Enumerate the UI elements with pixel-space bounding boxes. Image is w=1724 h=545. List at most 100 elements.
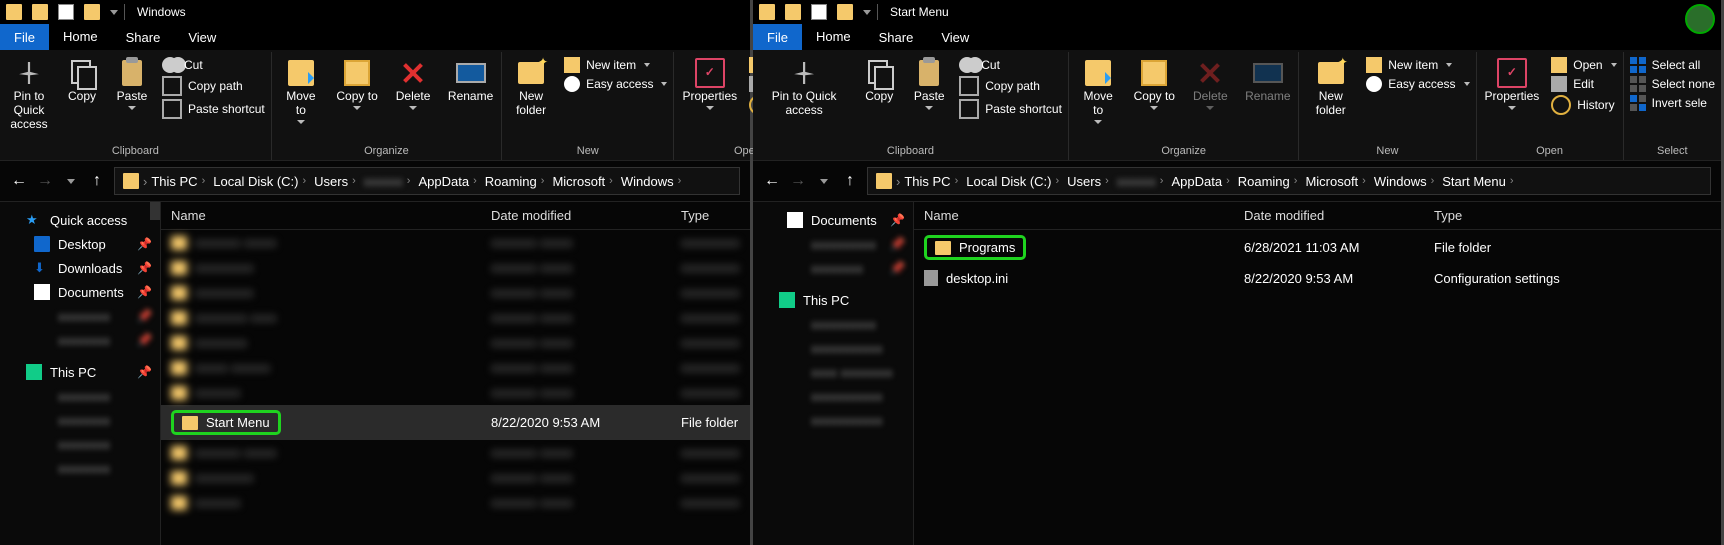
pin-to-quick-access-button[interactable]: Pin to Quick access: [4, 54, 54, 131]
nav-back[interactable]: ←: [10, 172, 28, 190]
crumb-roaming[interactable]: Roaming›: [1234, 174, 1302, 189]
pin-to-quick-access-button[interactable]: Pin to Quick access: [757, 54, 851, 118]
crumb-users[interactable]: Users›: [310, 174, 360, 189]
rename-button[interactable]: Rename: [444, 54, 497, 104]
tab-file[interactable]: File: [753, 24, 802, 50]
crumb-localdisk[interactable]: Local Disk (C:)›: [209, 174, 310, 189]
col-date[interactable]: Date modified: [481, 206, 671, 225]
rename-button[interactable]: Rename: [1241, 54, 1294, 104]
tab-home[interactable]: Home: [802, 24, 865, 50]
crumb-microsoft[interactable]: Microsoft›: [1301, 174, 1369, 189]
qat-btn-3[interactable]: [84, 4, 100, 20]
sidebar-blur-2[interactable]: xxxxxxxx📌: [0, 328, 160, 352]
sidebar-blur-5[interactable]: xxxx xxxxxxxx: [753, 360, 913, 384]
list-item-programs[interactable]: Programs 6/28/2021 11:03 AM File folder: [914, 230, 1721, 265]
copy-path-button[interactable]: Copy path: [162, 76, 265, 96]
crumb-users[interactable]: Users›: [1063, 174, 1113, 189]
crumb-localdisk[interactable]: Local Disk (C:)›: [962, 174, 1063, 189]
select-none-button[interactable]: Select none: [1630, 76, 1715, 92]
sidebar-blur-6[interactable]: xxxxxxxx: [0, 456, 160, 480]
sidebar-blur-2[interactable]: xxxxxxxx📌: [753, 256, 913, 280]
open-button[interactable]: Open: [1551, 57, 1616, 73]
nav-back[interactable]: ←: [763, 172, 781, 190]
crumb-roaming[interactable]: Roaming›: [481, 174, 549, 189]
qat-customize[interactable]: [110, 10, 118, 15]
nav-forward[interactable]: →: [36, 172, 54, 190]
sidebar-blur-1[interactable]: xxxxxxxxxx📌: [753, 232, 913, 256]
crumb-appdata[interactable]: AppData›: [1167, 174, 1233, 189]
sidebar-this-pc[interactable]: This PC 📌: [0, 360, 160, 384]
copy-to-button[interactable]: Copy to: [332, 54, 382, 110]
sidebar-blur-5[interactable]: xxxxxxxx: [0, 432, 160, 456]
list-item[interactable]: xxxxx xxxxxxxxxxxxx xxxxxxxxxxxxxx: [161, 355, 750, 380]
nav-up[interactable]: ↑: [841, 172, 859, 190]
list-item[interactable]: xxxxxxxxxxxxxx xxxxxxxxxxxxxx: [161, 490, 750, 515]
qat-btn-2[interactable]: [811, 4, 827, 20]
sidebar-blur-6[interactable]: xxxxxxxxxxx: [753, 384, 913, 408]
properties-button[interactable]: ✓Properties: [1481, 54, 1544, 110]
sidebar-documents[interactable]: Documents 📌: [0, 280, 160, 304]
address-bar[interactable]: › This PC› Local Disk (C:)› Users› xxxxx…: [114, 167, 740, 195]
nav-forward[interactable]: →: [789, 172, 807, 190]
tab-share[interactable]: Share: [112, 24, 175, 50]
list-item[interactable]: xxxxxxxxxxxxxxxx xxxxxxxxxxxxxx: [161, 465, 750, 490]
move-to-button[interactable]: Move to: [1073, 54, 1123, 124]
tab-share[interactable]: Share: [865, 24, 928, 50]
sidebar-blur-4[interactable]: xxxxxxxxxxx: [753, 336, 913, 360]
cut-button[interactable]: Cut: [959, 57, 1062, 73]
sidebar-blur-4[interactable]: xxxxxxxx: [0, 408, 160, 432]
list-item-desktop-ini[interactable]: desktop.ini 8/22/2020 9:53 AM Configurat…: [914, 265, 1721, 291]
crumb-user[interactable]: xxxxxx›: [360, 174, 415, 189]
list-item[interactable]: xxxxxxx xxxxxxxxxxxx xxxxxxxxxxxxxx: [161, 230, 750, 255]
tab-home[interactable]: Home: [49, 24, 112, 50]
nav-recent[interactable]: [815, 172, 833, 190]
copy-path-button[interactable]: Copy path: [959, 76, 1062, 96]
address-bar[interactable]: › This PC› Local Disk (C:)› Users› xxxxx…: [867, 167, 1711, 195]
new-item-button[interactable]: New item: [1366, 57, 1469, 73]
list-item[interactable]: xxxxxxxxxxxxxxxx xxxxxxxxxxxxxx: [161, 280, 750, 305]
copy-button[interactable]: Copy: [60, 54, 104, 104]
delete-button[interactable]: Delete: [388, 54, 438, 110]
new-item-button[interactable]: New item: [564, 57, 667, 73]
copy-to-button[interactable]: Copy to: [1129, 54, 1179, 110]
move-to-button[interactable]: Move to: [276, 54, 326, 124]
list-item[interactable]: xxxxxxxx xxxxxxxxxxx xxxxxxxxxxxxxx: [161, 305, 750, 330]
crumb-user[interactable]: xxxxxx›: [1113, 174, 1168, 189]
qat-btn-1[interactable]: [32, 4, 48, 20]
new-folder-button[interactable]: New folder: [1303, 54, 1358, 118]
col-name[interactable]: Name: [161, 206, 481, 225]
sidebar-blur-7[interactable]: xxxxxxxxxxx: [753, 408, 913, 432]
sidebar-blur-3[interactable]: xxxxxxxxxx: [753, 312, 913, 336]
col-type[interactable]: Type: [671, 206, 750, 225]
tab-file[interactable]: File: [0, 24, 49, 50]
side-scroll[interactable]: [150, 202, 160, 220]
crumb-thispc[interactable]: This PC›: [147, 174, 209, 189]
sidebar-desktop[interactable]: Desktop 📌: [0, 232, 160, 256]
properties-button[interactable]: ✓ Properties: [678, 54, 741, 110]
qat-btn-1[interactable]: [785, 4, 801, 20]
sidebar-quick-access[interactable]: ★ Quick access: [0, 208, 160, 232]
invert-selection-button[interactable]: Invert sele: [1630, 95, 1715, 111]
list-item-start-menu[interactable]: Start Menu 8/22/2020 9:53 AM File folder: [161, 405, 750, 440]
crumb-windows[interactable]: Windows›: [617, 174, 685, 189]
crumb-microsoft[interactable]: Microsoft›: [548, 174, 616, 189]
delete-button[interactable]: Delete: [1185, 54, 1235, 110]
paste-shortcut-button[interactable]: Paste shortcut: [959, 99, 1062, 119]
edit-button[interactable]: Edit: [1551, 76, 1616, 92]
new-folder-button[interactable]: New folder: [506, 54, 556, 118]
sidebar-blur-3[interactable]: xxxxxxxx: [0, 384, 160, 408]
qat-btn-3[interactable]: [837, 4, 853, 20]
list-item[interactable]: xxxxxxx xxxxxxxxxxxx xxxxxxxxxxxxxx: [161, 440, 750, 465]
sidebar-downloads[interactable]: ⬇ Downloads 📌: [0, 256, 160, 280]
crumb-startmenu[interactable]: Start Menu›: [1438, 174, 1517, 189]
cut-button[interactable]: Cut: [162, 57, 265, 73]
easy-access-button[interactable]: Easy access: [564, 76, 667, 92]
qat-customize[interactable]: [863, 10, 871, 15]
select-all-button[interactable]: Select all: [1630, 57, 1715, 73]
copy-button[interactable]: Copy: [857, 54, 901, 104]
col-type[interactable]: Type: [1424, 206, 1721, 225]
sidebar-this-pc[interactable]: This PC: [753, 288, 913, 312]
crumb-thispc[interactable]: This PC›: [900, 174, 962, 189]
paste-button[interactable]: Paste: [907, 54, 951, 110]
sidebar-blur-1[interactable]: xxxxxxxx📌: [0, 304, 160, 328]
